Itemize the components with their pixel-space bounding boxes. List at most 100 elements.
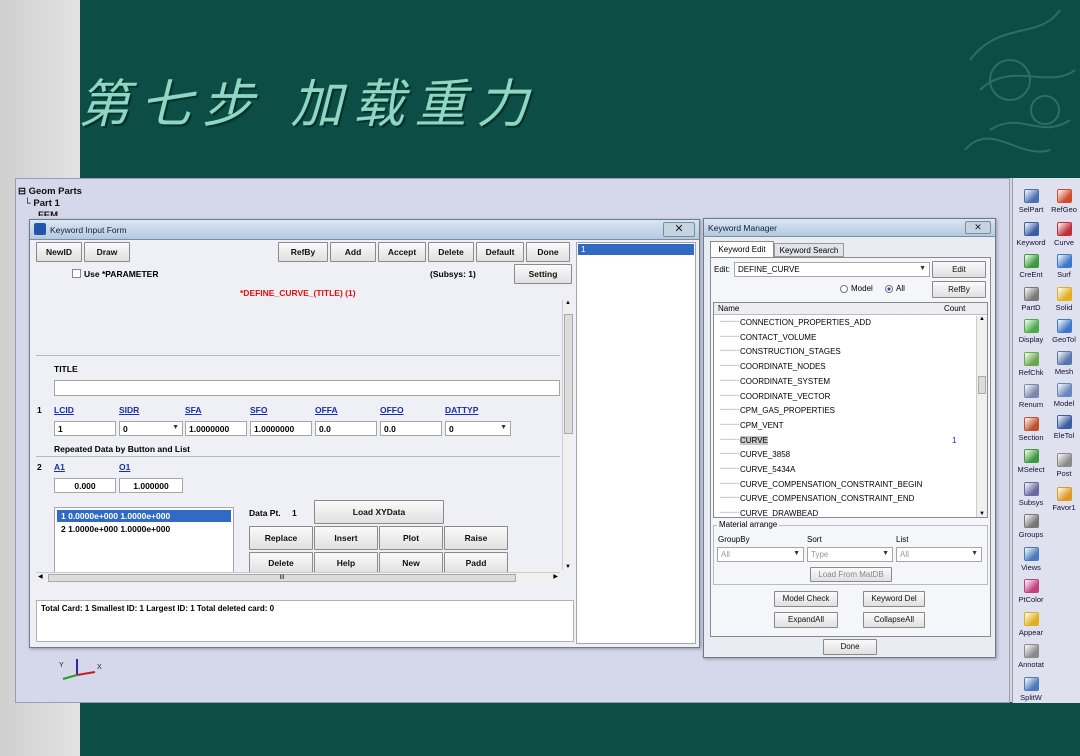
keyword-list-item[interactable]: ┄┄┄┄ COORDINATE_SYSTEM [714,376,974,390]
edit-button[interactable]: Edit [932,261,986,278]
toolbar-button-splitw[interactable]: SplitW [1015,670,1047,702]
scroll-up-icon[interactable]: ▲ [565,300,571,306]
manager-refby-button[interactable]: RefBy [932,281,986,298]
list-item[interactable]: 2 1.0000e+000 1.0000e+000 [57,524,231,534]
all-radio[interactable] [885,285,893,293]
model-check-button[interactable]: Model Check [774,591,838,607]
form-vertical-scrollbar[interactable]: ▲ ▼ [562,300,574,570]
keyword-list-item[interactable]: ┄┄┄┄ CURVE_3858 [714,449,974,463]
collapse-all-button[interactable]: CollapseAll [863,612,925,628]
toolbar-button-favor1[interactable]: Favor1 [1048,480,1080,512]
help-button[interactable]: Help [314,552,378,574]
sfa-label[interactable]: SFA [185,405,202,415]
plot-button[interactable]: Plot [379,526,443,550]
form-scroll-thumb[interactable] [564,314,573,434]
keyword-list-item[interactable]: ┄┄┄┄ CURVE_COMPENSATION_CONSTRAINT_END [714,493,974,507]
done-button[interactable]: Done [526,242,570,262]
tree-item-part[interactable]: └ Part 1 [18,198,138,210]
insert-button[interactable]: Insert [314,526,378,550]
toolbar-button-post[interactable]: Post [1048,446,1080,478]
toolbar-button-keyword[interactable]: Keyword [1015,215,1047,247]
close-icon[interactable]: ✕ [965,221,991,234]
scroll-up-icon[interactable]: ▲ [979,316,985,322]
tab-keyword-search[interactable]: Keyword Search [774,243,844,257]
keyword-list-item[interactable]: ┄┄┄┄ CURVE_COMPENSATION_CONSTRAINT_BEGIN [714,479,974,493]
newid-button[interactable]: NewID [36,242,82,262]
toolbar-button-subsys[interactable]: Subsys [1015,475,1047,507]
default-button[interactable]: Default [476,242,524,262]
name-column-header[interactable]: Name [718,304,739,313]
sfo-label[interactable]: SFO [250,405,267,415]
toolbar-button-ptcolor[interactable]: PtColor [1015,572,1047,604]
accept-button[interactable]: Accept [378,242,426,262]
tree-item-fem[interactable]: FEM [18,210,138,216]
count-column-header[interactable]: Count [944,304,965,313]
padd-button[interactable]: Padd [444,552,508,574]
sort-select[interactable]: Type ▼ [807,547,893,562]
keyword-list-item[interactable]: ┄┄┄┄ CPM_VENT [714,420,974,434]
offo-label[interactable]: OFFO [380,405,404,415]
keyword-select[interactable]: DEFINE_CURVE ▼ [734,262,930,277]
keyword-manager-titlebar[interactable]: Keyword Manager ✕ [704,219,995,237]
new-button[interactable]: New [379,552,443,574]
raise-button[interactable]: Raise [444,526,508,550]
tab-keyword-edit[interactable]: Keyword Edit [710,241,774,257]
card-id-list[interactable]: 1 [576,242,696,644]
sidr-select[interactable]: 0 ▼ [119,421,183,436]
toolbar-button-groups[interactable]: Groups [1015,507,1047,539]
toolbar-button-model[interactable]: Model [1048,376,1080,408]
keyword-list-item[interactable]: ┄┄┄┄ CONTACT_VOLUME [714,332,974,346]
o1-label[interactable]: O1 [119,462,130,472]
close-icon[interactable]: ✕ [663,222,695,237]
keyword-del-button[interactable]: Keyword Del [863,591,925,607]
keyword-list-scrollbar[interactable]: ▲ ▼ [976,316,987,517]
keyword-scroll-thumb[interactable] [978,376,986,394]
toolbar-button-refgeo[interactable]: RefGeo [1048,182,1080,214]
keyword-list-item[interactable]: ┄┄┄┄ CURVE_DRAWBEAD [714,508,974,517]
keyword-list-item[interactable]: ┄┄┄┄ CONNECTION_PROPERTIES_ADD [714,317,974,331]
delete-button[interactable]: Delete [428,242,474,262]
refby-button[interactable]: RefBy [278,242,328,262]
toolbar-button-mesh[interactable]: Mesh [1048,344,1080,376]
scroll-right-icon[interactable]: ▶ [553,573,558,580]
delete-point-button[interactable]: Delete [249,552,313,574]
toolbar-button-display[interactable]: Display [1015,312,1047,344]
toolbar-button-views[interactable]: Views [1015,540,1047,572]
replace-button[interactable]: Replace [249,526,313,550]
sidr-label[interactable]: SIDR [119,405,139,415]
dattyp-select[interactable]: 0 ▼ [445,421,511,436]
title-input[interactable] [54,380,560,396]
keyword-input-form-titlebar[interactable]: Keyword Input Form ✕ [30,220,699,240]
toolbar-button-partd[interactable]: PartD [1015,280,1047,312]
keyword-list-item[interactable]: ┄┄┄┄ CURVE_5434A [714,464,974,478]
toolbar-button-section[interactable]: Section [1015,410,1047,442]
toolbar-button-curve[interactable]: Curve [1048,215,1080,247]
toolbar-button-annotat[interactable]: Annotat [1015,637,1047,669]
toolbar-button-mselect[interactable]: MSelect [1015,442,1047,474]
scroll-left-icon[interactable]: ◀ [38,573,43,580]
keyword-list-item[interactable]: ┄┄┄┄ CONSTRUCTION_STAGES [714,346,974,360]
a1-label[interactable]: A1 [54,462,65,472]
toolbar-button-eletol[interactable]: EleTol [1048,408,1080,440]
setting-button[interactable]: Setting [514,264,572,284]
sfo-input[interactable]: 1.0000000 [250,421,312,436]
offo-input[interactable]: 0.0 [380,421,442,436]
a1-input[interactable]: 0.000 [54,478,116,493]
offa-label[interactable]: OFFA [315,405,338,415]
offa-input[interactable]: 0.0 [315,421,377,436]
list-item[interactable]: 1 [578,244,694,255]
draw-button[interactable]: Draw [84,242,130,262]
sfa-input[interactable]: 1.0000000 [185,421,247,436]
toolbar-button-surf[interactable]: Surf [1048,247,1080,279]
use-parameter-checkbox[interactable] [72,269,81,278]
scroll-down-icon[interactable]: ▼ [565,564,571,570]
model-radio[interactable] [840,285,848,293]
keyword-list-item[interactable]: ┄┄┄┄ CURVE 1 [714,435,974,449]
toolbar-button-renum[interactable]: Renum [1015,377,1047,409]
toolbar-button-geotol[interactable]: GeoTol [1048,312,1080,344]
toolbar-button-selpart[interactable]: SelPart [1015,182,1047,214]
keyword-list[interactable]: Name Count ┄┄┄┄ CONNECTION_PROPERTIES_ADD… [713,302,988,518]
load-from-matdb-button[interactable]: Load From MatDB [810,567,892,582]
xy-data-list[interactable]: 1 0.0000e+000 1.0000e+000 2 1.0000e+000 … [54,507,234,575]
tree-item-geom-parts[interactable]: ⊟ Geom Parts [18,186,138,198]
